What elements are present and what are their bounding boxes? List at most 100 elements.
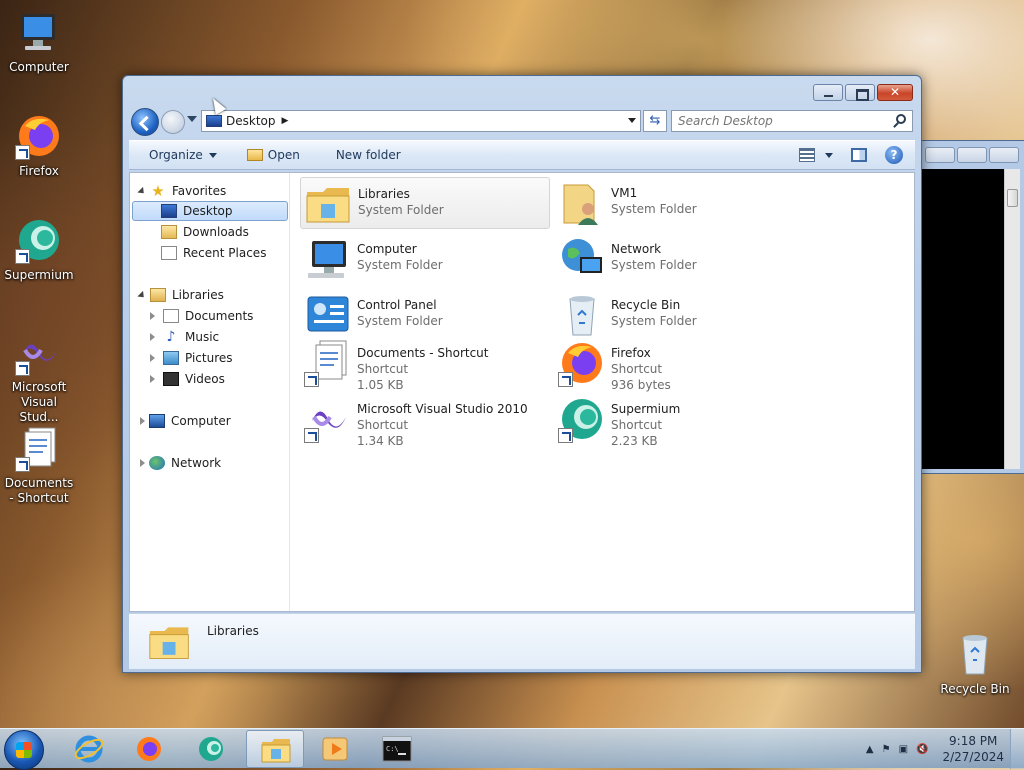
taskbar-media-player[interactable] <box>306 730 364 768</box>
change-view-icon[interactable] <box>799 148 815 162</box>
svg-text:C:\: C:\ <box>386 745 399 753</box>
shortcut-arrow-icon <box>304 428 319 443</box>
file-item-vm1[interactable]: VM1 System Folder <box>554 177 804 229</box>
open-button[interactable]: Open <box>239 143 308 167</box>
start-button[interactable] <box>4 730 44 770</box>
nav-videos[interactable]: Videos <box>150 369 306 389</box>
file-item-documents-shortcut[interactable]: Documents - Shortcut Shortcut 1.05 KB <box>300 337 550 397</box>
file-type: Shortcut <box>611 362 663 376</box>
preview-pane-icon[interactable] <box>851 148 867 162</box>
taskbar-explorer[interactable] <box>246 730 304 768</box>
nav-music[interactable]: ♪ Music <box>150 327 306 347</box>
recent-pages-dropdown[interactable] <box>187 116 197 122</box>
expand-icon[interactable] <box>140 459 145 467</box>
expand-icon[interactable] <box>150 354 155 362</box>
desktop-icon-recycle-bin[interactable]: Recycle Bin <box>937 630 1013 697</box>
close-button[interactable] <box>989 147 1019 163</box>
file-item-libraries[interactable]: Libraries System Folder <box>300 177 550 229</box>
expand-collapse-icon[interactable] <box>137 290 147 300</box>
libraries-folder-icon <box>305 180 353 228</box>
desktop-icon-documents[interactable]: Documents - Shortcut <box>1 424 77 506</box>
file-item-firefox[interactable]: Firefox Shortcut 936 bytes <box>554 337 804 397</box>
background-window[interactable] <box>922 140 1024 474</box>
search-icon[interactable] <box>896 114 906 124</box>
system-clock[interactable]: 9:18 PM 2/27/2024 <box>942 733 1004 765</box>
desktop-icon-firefox[interactable]: Firefox <box>1 112 77 179</box>
breadcrumb-desktop[interactable]: Desktop <box>226 114 276 128</box>
file-item-computer[interactable]: Computer System Folder <box>300 233 550 285</box>
console-area[interactable] <box>922 169 1004 469</box>
file-item-network[interactable]: Network System Folder <box>554 233 804 285</box>
expand-collapse-icon[interactable] <box>137 186 147 196</box>
search-box[interactable] <box>671 110 913 132</box>
file-name: Computer <box>357 242 417 256</box>
nav-pictures-label: Pictures <box>185 351 233 365</box>
expand-icon[interactable] <box>140 417 145 425</box>
scrollbar-thumb[interactable] <box>1007 189 1018 207</box>
desktop-icon-visual-studio[interactable]: Microsoft Visual Stud... <box>1 328 77 425</box>
minimize-button[interactable] <box>813 84 843 101</box>
expand-icon[interactable] <box>150 375 155 383</box>
view-options-chevron-icon[interactable] <box>825 152 833 158</box>
minimize-button[interactable] <box>925 147 955 163</box>
help-icon[interactable]: ? <box>885 146 903 164</box>
taskbar-firefox[interactable] <box>120 730 178 768</box>
address-dropdown-button[interactable] <box>628 118 636 123</box>
nav-pictures[interactable]: Pictures <box>150 348 306 368</box>
file-type: System Folder <box>611 258 697 272</box>
nav-libraries[interactable]: Libraries <box>137 285 294 305</box>
explorer-window[interactable]: Desktop ▶ ⇆ Organize Open New folder ? <box>122 75 922 673</box>
recycle-bin-icon <box>558 291 606 339</box>
documents-icon <box>15 424 63 472</box>
shortcut-arrow-icon <box>15 145 30 160</box>
file-item-supermium[interactable]: Supermium Shortcut 2.23 KB <box>554 393 804 453</box>
file-name: Supermium <box>611 402 681 416</box>
file-item-visual-studio[interactable]: Microsoft Visual Studio 2010 Shortcut 1.… <box>300 393 550 453</box>
videos-icon <box>163 372 179 386</box>
maximize-button[interactable] <box>845 84 875 101</box>
nav-favorites[interactable]: ★ Favorites <box>137 181 294 201</box>
navigation-pane[interactable]: ★ Favorites Desktop Downloads Recent Pla… <box>130 173 290 611</box>
desktop-icon-label: Recycle Bin <box>940 682 1010 696</box>
refresh-button[interactable]: ⇆ <box>643 110 667 132</box>
downloads-icon <box>161 225 177 239</box>
network-tray-icon[interactable]: ▣ <box>899 744 908 755</box>
taskbar-cmd[interactable]: C:\ <box>368 730 426 768</box>
shortcut-arrow-icon <box>15 457 30 472</box>
file-item-recycle-bin[interactable]: Recycle Bin System Folder <box>554 289 804 341</box>
command-bar: Organize Open New folder ? <box>129 140 915 170</box>
nav-computer[interactable]: Computer <box>140 411 296 431</box>
action-center-flag-icon[interactable]: ⚑ <box>882 744 891 755</box>
taskbar-internet-explorer[interactable] <box>60 730 118 768</box>
nav-desktop[interactable]: Desktop <box>132 201 288 221</box>
file-item-control-panel[interactable]: Control Panel System Folder <box>300 289 550 341</box>
expand-icon[interactable] <box>150 312 155 320</box>
vertical-scrollbar[interactable] <box>1004 169 1020 469</box>
new-folder-button[interactable]: New folder <box>328 143 409 167</box>
clock-date: 2/27/2024 <box>942 750 1004 764</box>
desktop-icon-supermium[interactable]: Supermium <box>1 216 77 283</box>
nav-downloads[interactable]: Downloads <box>130 222 286 242</box>
nav-network-label: Network <box>171 456 222 470</box>
show-desktop-button[interactable] <box>1010 729 1024 769</box>
organize-button[interactable]: Organize <box>141 143 225 167</box>
file-name: Libraries <box>358 187 410 201</box>
maximize-button[interactable] <box>957 147 987 163</box>
nav-downloads-label: Downloads <box>183 225 249 239</box>
expand-icon[interactable] <box>150 333 155 341</box>
file-name: Control Panel <box>357 298 437 312</box>
forward-button[interactable] <box>161 110 185 134</box>
address-bar[interactable]: Desktop ▶ <box>201 110 641 132</box>
nav-network[interactable]: Network <box>140 453 296 473</box>
libraries-folder-icon <box>147 620 193 664</box>
nav-documents[interactable]: Documents <box>150 306 306 326</box>
nav-recent-places[interactable]: Recent Places <box>130 243 286 263</box>
volume-muted-icon[interactable]: 🔇 <box>916 744 928 755</box>
taskbar-supermium[interactable] <box>182 730 240 768</box>
breadcrumb-chevron-icon[interactable]: ▶ <box>282 116 289 126</box>
desktop-icon-computer[interactable]: Computer <box>1 8 77 75</box>
close-button[interactable] <box>877 84 913 101</box>
show-hidden-icons-icon[interactable]: ▲ <box>866 744 874 755</box>
search-input[interactable] <box>672 111 882 131</box>
back-button[interactable] <box>131 108 159 136</box>
